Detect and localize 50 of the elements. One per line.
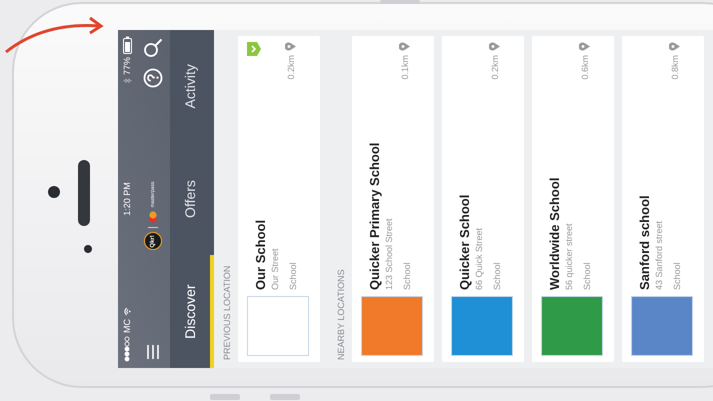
speaker-grille bbox=[78, 160, 90, 226]
location-type: School bbox=[582, 261, 592, 290]
help-icon bbox=[143, 68, 163, 88]
map-pin-icon bbox=[669, 42, 680, 51]
section-heading: PREVIOUS LOCATION bbox=[221, 264, 233, 362]
wifi-icon bbox=[124, 307, 130, 316]
location-name: Sanford school bbox=[637, 194, 652, 290]
distance-label: 0.6km bbox=[580, 55, 590, 80]
location-street: 56 quicker street bbox=[564, 222, 574, 290]
location-type: School bbox=[492, 261, 502, 290]
help-button[interactable] bbox=[141, 66, 165, 90]
menu-icon bbox=[145, 344, 161, 360]
bluetooth-icon bbox=[122, 78, 132, 84]
location-name: Our School bbox=[253, 218, 268, 290]
location-street: Our Street bbox=[270, 247, 280, 290]
location-street: 123 School Street bbox=[384, 217, 394, 290]
location-street: 43 Sanford street bbox=[654, 220, 664, 290]
location-name: Quicker Primary School bbox=[367, 142, 382, 290]
distance-label: 0.8km bbox=[670, 55, 680, 80]
tab[interactable]: Activity bbox=[170, 30, 214, 143]
tab[interactable]: Discover bbox=[170, 255, 214, 368]
map-pin-icon bbox=[285, 42, 296, 51]
location-card[interactable]: Quicker Primary School 123 School Street School 0.1km bbox=[352, 36, 434, 362]
status-time: 1:20 PM bbox=[122, 182, 132, 216]
distance-label: 0.2km bbox=[286, 55, 296, 80]
battery-icon bbox=[122, 36, 132, 54]
section-heading: NEARBY LOCATIONS bbox=[335, 268, 347, 362]
location-type: School bbox=[402, 261, 412, 290]
location-type: School bbox=[672, 261, 682, 290]
masterpass-icon bbox=[149, 211, 157, 224]
location-type: School bbox=[288, 261, 298, 290]
location-name: Quicker School bbox=[457, 194, 472, 290]
location-card[interactable]: Sanford school 43 Sanford street School 0.8km bbox=[622, 36, 704, 362]
map-pin-icon bbox=[399, 42, 410, 51]
signal-icon bbox=[124, 336, 130, 362]
battery-percent: 77% bbox=[122, 57, 132, 76]
distance-label: 0.1km bbox=[400, 55, 410, 80]
map-pin-icon bbox=[489, 42, 500, 51]
tab[interactable]: Offers bbox=[170, 142, 214, 256]
location-card[interactable]: Worldwide School 56 quicker street School 0.6km bbox=[532, 36, 614, 362]
distance-label: 0.2km bbox=[490, 55, 500, 80]
location-card[interactable]: Quicker School 66 Quick Street School 0.2km bbox=[442, 36, 524, 362]
arrow-icon bbox=[4, 14, 104, 54]
map-pin-icon bbox=[579, 42, 590, 51]
carrier-name: MC bbox=[122, 319, 132, 333]
search-icon bbox=[143, 38, 163, 58]
location-card[interactable]: Our School Our Street School 0.2km bbox=[238, 36, 320, 362]
search-button[interactable] bbox=[141, 36, 165, 60]
location-street: 66 Quick Street bbox=[474, 226, 484, 290]
location-name: Worldwide School bbox=[547, 176, 562, 290]
